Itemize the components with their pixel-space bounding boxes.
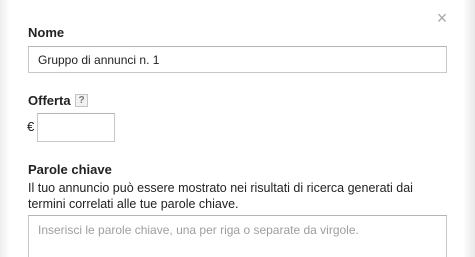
bid-input[interactable] xyxy=(37,113,115,142)
ad-group-panel: × Nome Offerta ? € Parole chiave Il tuo … xyxy=(0,0,475,257)
offer-label: Offerta xyxy=(28,93,71,108)
keywords-placeholder: Inserisci le parole chiave, una per riga… xyxy=(38,223,359,237)
name-label: Nome xyxy=(28,25,65,40)
keywords-description: Il tuo annuncio può essere mostrato nei … xyxy=(28,181,413,211)
currency-symbol: € xyxy=(27,119,35,134)
help-icon[interactable]: ? xyxy=(75,94,88,107)
close-icon[interactable]: × xyxy=(433,9,451,27)
keywords-label: Parole chiave xyxy=(28,162,112,177)
ad-group-name-input[interactable] xyxy=(28,46,447,73)
keywords-textarea[interactable]: Inserisci le parole chiave, una per riga… xyxy=(28,215,447,257)
